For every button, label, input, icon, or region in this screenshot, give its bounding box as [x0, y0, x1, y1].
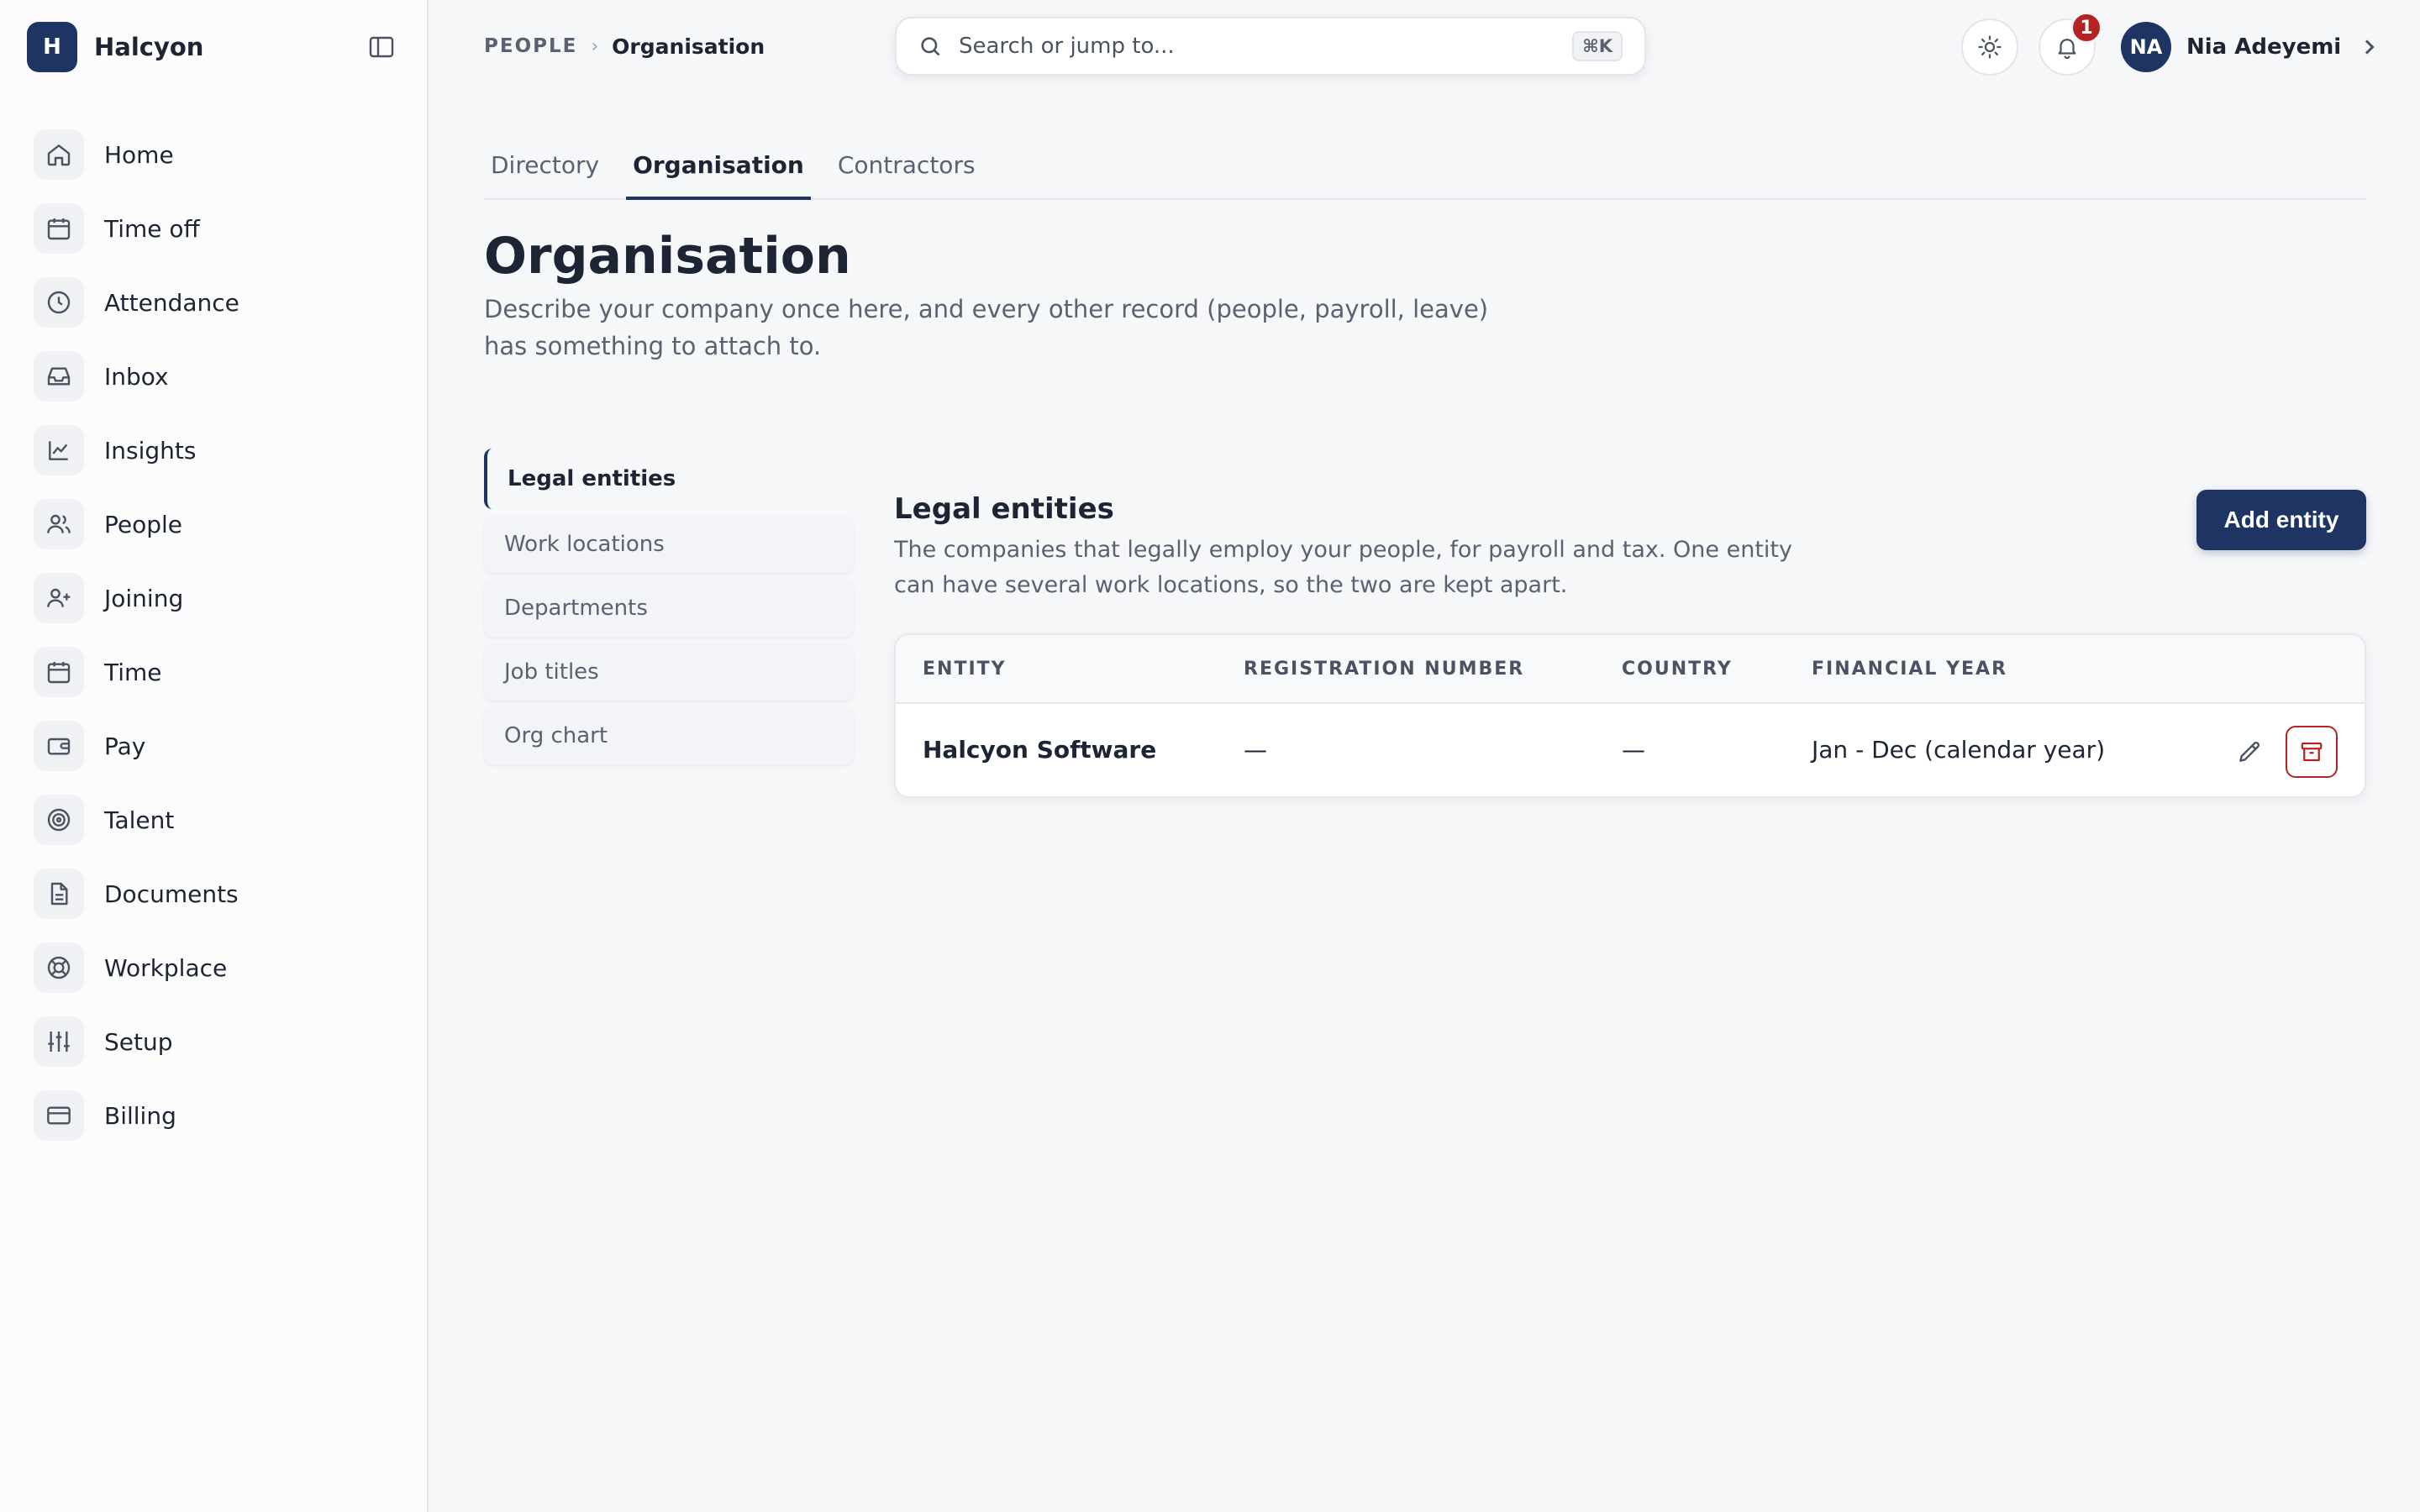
subnav-item-job-titles[interactable]: Job titles: [484, 643, 854, 701]
sidebar-item-pay[interactable]: Pay: [34, 709, 403, 783]
home-icon: [34, 129, 84, 180]
sidebar-item-label: Joining: [104, 584, 184, 612]
sidebar-item-time[interactable]: Time: [34, 635, 403, 709]
breadcrumb-current: Organisation: [612, 34, 765, 59]
tab-bar: Directory Organisation Contractors: [484, 138, 2366, 200]
users-icon: [34, 499, 84, 549]
sidebar-toggle-icon: [369, 36, 394, 58]
subnav-item-departments[interactable]: Departments: [484, 580, 854, 637]
subnav-item-work-locations[interactable]: Work locations: [484, 516, 854, 573]
theme-toggle-button[interactable]: [1961, 18, 2018, 76]
sidebar-item-label: Time off: [104, 214, 200, 243]
column-header-registration: REGISTRATION NUMBER: [1244, 659, 1525, 680]
subnav-item-legal-entities[interactable]: Legal entities: [484, 449, 854, 509]
brand-name: Halcyon: [94, 33, 204, 61]
sidebar-item-talent[interactable]: Talent: [34, 783, 403, 857]
tab-contractors[interactable]: Contractors: [831, 138, 982, 200]
sidebar-item-label: Pay: [104, 732, 146, 760]
sidebar-item-label: Time: [104, 658, 162, 686]
sidebar-item-inbox[interactable]: Inbox: [34, 339, 403, 413]
search-placeholder: Search or jump to...: [959, 34, 1175, 59]
sidebar-item-attendance[interactable]: Attendance: [34, 265, 403, 339]
credit-card-icon: [34, 1090, 84, 1141]
sidebar-item-label: Attendance: [104, 288, 239, 317]
lifebuoy-icon: [34, 942, 84, 993]
notification-badge: 1: [2070, 12, 2102, 44]
search-input[interactable]: Search or jump to... ⌘K: [895, 17, 1646, 76]
sidebar-item-label: Documents: [104, 879, 239, 908]
sun-icon: [1978, 35, 2002, 59]
column-header-entity: ENTITY: [923, 659, 1007, 680]
edit-entity-button[interactable]: [2223, 726, 2275, 778]
section-title: Legal entities: [894, 492, 1114, 526]
user-plus-icon: [34, 573, 84, 623]
legal-entities-table: ENTITY REGISTRATION NUMBER COUNTRY FINAN…: [894, 633, 2366, 798]
sidebar-item-joining[interactable]: Joining: [34, 561, 403, 635]
column-header-country: COUNTRY: [1622, 659, 1733, 680]
subnav-item-org-chart[interactable]: Org chart: [484, 707, 854, 764]
sidebar-item-label: Home: [104, 140, 174, 169]
table-row: Halcyon Software — — Jan - Dec (calendar…: [896, 704, 2365, 796]
brand-logo: H: [27, 22, 77, 72]
archive-entity-button[interactable]: [2286, 726, 2338, 778]
pencil-icon: [2239, 741, 2260, 762]
wallet-icon: [34, 721, 84, 771]
sidebar-item-billing[interactable]: Billing: [34, 1079, 403, 1152]
sidebar-item-insights[interactable]: Insights: [34, 413, 403, 487]
sidebar-item-label: Billing: [104, 1101, 176, 1130]
sliders-icon: [34, 1016, 84, 1067]
sidebar-item-setup[interactable]: Setup: [34, 1005, 403, 1079]
collapse-sidebar-button[interactable]: [366, 32, 397, 62]
sidebar-item-workplace[interactable]: Workplace: [34, 931, 403, 1005]
breadcrumb: PEOPLE › Organisation: [484, 32, 765, 60]
sidebar-item-people[interactable]: People: [34, 487, 403, 561]
sidebar-item-label: Insights: [104, 436, 197, 465]
section-description: The companies that legally employ your p…: [894, 537, 1792, 598]
table-header: ENTITY REGISTRATION NUMBER COUNTRY FINAN…: [896, 635, 2365, 704]
cell-registration: —: [1244, 736, 1267, 764]
archive-icon: [2301, 742, 2323, 762]
cell-country: —: [1622, 736, 1645, 764]
user-menu[interactable]: NA Nia Adeyemi: [2121, 22, 2376, 72]
organisation-subnav: Legal entities Work locations Department…: [484, 449, 854, 771]
document-icon: [34, 869, 84, 919]
brand[interactable]: H Halcyon: [27, 22, 203, 72]
sidebar-item-label: Workplace: [104, 953, 228, 982]
chevron-right-icon: ›: [591, 35, 599, 57]
add-entity-button[interactable]: Add entity: [2196, 490, 2366, 550]
sidebar: H Halcyon Home Time off Attendance Inbox…: [0, 0, 429, 1512]
cell-entity: Halcyon Software: [923, 736, 1157, 764]
calendar-icon: [34, 647, 84, 697]
user-name: Nia Adeyemi: [2186, 34, 2342, 60]
sidebar-item-label: Inbox: [104, 362, 169, 391]
tab-directory[interactable]: Directory: [484, 138, 606, 200]
sidebar-nav: Home Time off Attendance Inbox Insights: [34, 118, 403, 1152]
search-shortcut: ⌘K: [1572, 31, 1623, 61]
notifications-button[interactable]: 1: [2039, 12, 2102, 76]
column-header-financial-year: FINANCIAL YEAR: [1812, 659, 2008, 680]
page-description: Describe your company once here, and eve…: [484, 295, 1489, 360]
chevron-right-icon: [2365, 39, 2375, 55]
sidebar-item-label: Setup: [104, 1027, 173, 1056]
page-title: Organisation: [484, 227, 851, 286]
calendar-icon: [34, 203, 84, 254]
sidebar-item-label: People: [104, 510, 183, 538]
clock-icon: [34, 277, 84, 328]
search-icon: [921, 37, 940, 56]
sidebar-item-label: Talent: [104, 806, 175, 834]
sidebar-item-time-off[interactable]: Time off: [34, 192, 403, 265]
avatar: NA: [2121, 22, 2171, 72]
chart-line-icon: [34, 425, 84, 475]
target-icon: [34, 795, 84, 845]
sidebar-item-home[interactable]: Home: [34, 118, 403, 192]
cell-financial-year: Jan - Dec (calendar year): [1812, 736, 2106, 764]
tab-organisation[interactable]: Organisation: [626, 138, 811, 200]
inbox-icon: [34, 351, 84, 402]
breadcrumb-parent[interactable]: PEOPLE: [484, 35, 577, 57]
sidebar-item-documents[interactable]: Documents: [34, 857, 403, 931]
